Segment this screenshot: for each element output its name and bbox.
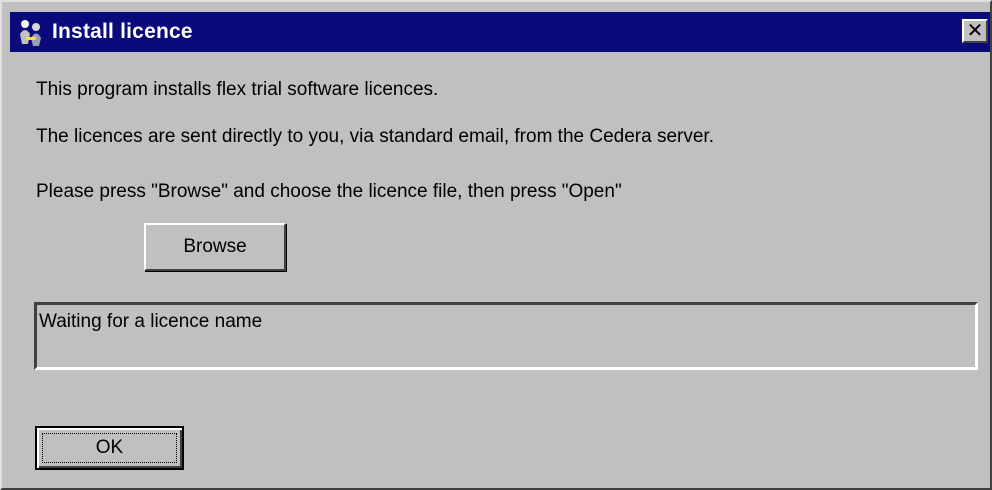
browse-button[interactable]: Browse <box>144 223 286 271</box>
install-people-icon <box>16 17 46 47</box>
instruction-text: Please press "Browse" and choose the lic… <box>36 181 622 202</box>
close-icon: ✕ <box>966 20 984 42</box>
close-button[interactable]: ✕ <box>962 19 988 43</box>
install-licence-window: Install licence ✕ This program installs … <box>0 0 992 490</box>
window-title: Install licence <box>52 20 193 43</box>
focus-rectangle <box>42 433 177 463</box>
delivery-text: The licences are sent directly to you, v… <box>36 126 714 147</box>
intro-text: This program installs flex trial softwar… <box>36 79 439 100</box>
browse-button-label: Browse <box>183 236 247 257</box>
ok-button[interactable]: OK <box>35 426 184 470</box>
title-bar[interactable]: Install licence ✕ <box>10 12 990 52</box>
status-text: Waiting for a licence name <box>39 311 263 332</box>
status-field: Waiting for a licence name <box>34 302 978 370</box>
